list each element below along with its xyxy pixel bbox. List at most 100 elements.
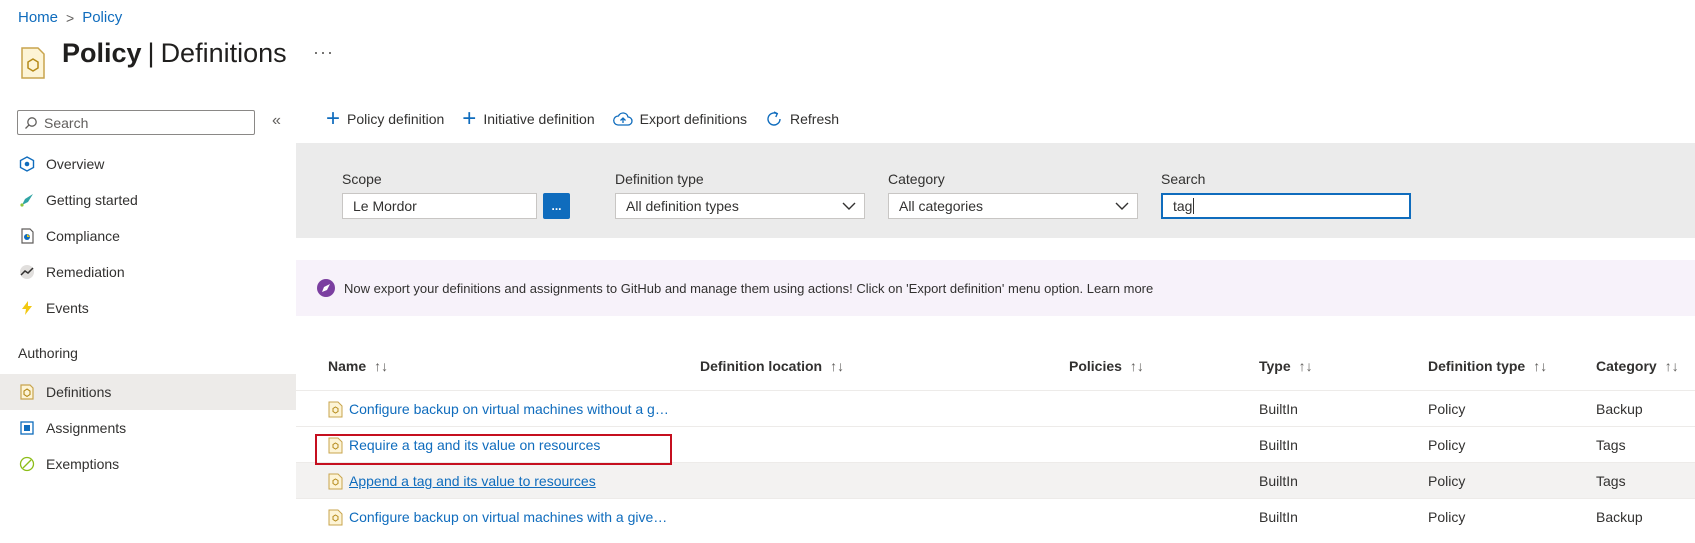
definition-type-cell: Policy — [1428, 509, 1466, 525]
page-title: Policy | Definitions — [62, 38, 287, 69]
section-authoring: Authoring — [18, 345, 78, 361]
sidebar-item-remediation[interactable]: Remediation — [0, 254, 296, 290]
definition-icon — [18, 383, 36, 401]
column-header-label: Type — [1259, 358, 1291, 374]
scope-label: Scope — [342, 171, 382, 187]
category-cell: Backup — [1596, 401, 1643, 417]
refresh-button[interactable]: Refresh — [765, 110, 839, 128]
search-value: tag — [1173, 198, 1193, 214]
definition-type-label: Definition type — [615, 171, 704, 187]
table-row[interactable]: Append a tag and its value to resources … — [296, 462, 1695, 498]
rocket-icon — [317, 279, 335, 297]
table-row[interactable]: Configure backup on virtual machines wit… — [296, 498, 1695, 534]
sidebar-item-label: Assignments — [46, 420, 127, 436]
definition-type-cell: Policy — [1428, 473, 1466, 489]
column-header-type[interactable]: Type ↑↓ — [1259, 358, 1313, 374]
name-cell[interactable]: Configure backup on virtual machines wit… — [328, 499, 667, 535]
sidebar-item-getting-started[interactable]: Getting started — [0, 182, 296, 218]
definition-icon — [328, 509, 343, 525]
chevron-down-icon — [1115, 202, 1129, 210]
scope-input[interactable]: Le Mordor — [342, 193, 537, 219]
export-definitions-button[interactable]: Export definitions — [612, 110, 748, 128]
command-bar: + Policy definition + Initiative definit… — [326, 105, 839, 132]
sort-icon: ↑↓ — [1533, 358, 1548, 374]
column-header-name[interactable]: Name ↑↓ — [328, 358, 388, 374]
column-header-label: Name — [328, 358, 367, 374]
sidebar-item-overview[interactable]: Overview — [0, 146, 296, 182]
cloud-upload-icon — [612, 112, 633, 126]
definition-name-link[interactable]: Configure backup on virtual machines wit… — [349, 401, 669, 417]
sort-icon: ↑↓ — [1298, 358, 1313, 374]
category-value: All categories — [899, 198, 984, 214]
sort-icon: ↑↓ — [1129, 358, 1144, 374]
highlight-box — [315, 434, 672, 465]
name-cell[interactable]: Configure backup on virtual machines wit… — [328, 391, 669, 427]
sort-icon: ↑↓ — [830, 358, 845, 374]
column-header-category[interactable]: Category ↑↓ — [1596, 358, 1679, 374]
filter-panel — [296, 143, 1695, 238]
definition-type-cell: Policy — [1428, 437, 1466, 453]
breadcrumb-separator: > — [66, 9, 75, 26]
definition-name-link[interactable]: Configure backup on virtual machines wit… — [349, 509, 667, 525]
scope-picker-button[interactable]: ... — [543, 193, 570, 219]
name-cell[interactable]: Append a tag and its value to resources — [328, 463, 596, 499]
definition-type-cell: Policy — [1428, 401, 1466, 417]
page-title-sub: Definitions — [160, 38, 287, 68]
category-cell: Backup — [1596, 509, 1643, 525]
sort-icon: ↑↓ — [1664, 358, 1679, 374]
refresh-icon — [767, 111, 781, 126]
lightning-icon — [18, 299, 36, 317]
type-cell: BuiltIn — [1259, 401, 1298, 417]
compliance-icon — [18, 227, 36, 245]
sidebar-search-input[interactable]: Search — [17, 110, 255, 135]
banner-text[interactable]: Now export your definitions and assignme… — [344, 281, 1153, 296]
sidebar-item-label: Exemptions — [46, 456, 120, 472]
rocket-icon — [18, 191, 36, 209]
table-row[interactable]: Configure backup on virtual machines wit… — [296, 390, 1695, 426]
category-select[interactable]: All categories — [888, 193, 1138, 219]
sidebar-item-label: Compliance — [46, 228, 120, 244]
column-header-label: Category — [1596, 358, 1657, 374]
column-header-label: Policies — [1069, 358, 1122, 374]
sidebar-search-placeholder: Search — [44, 114, 89, 131]
export-definitions-label: Export definitions — [639, 111, 748, 127]
sidebar-item-label: Events — [46, 300, 89, 316]
sidebar-item-definitions[interactable]: Definitions — [0, 374, 296, 410]
column-header-definition-type[interactable]: Definition type ↑↓ — [1428, 358, 1547, 374]
definition-type-value: All definition types — [626, 198, 739, 214]
column-header-label: Definition type — [1428, 358, 1526, 374]
sidebar-item-exemptions[interactable]: Exemptions — [0, 446, 296, 482]
sidebar-item-events[interactable]: Events — [0, 290, 296, 326]
definition-type-select[interactable]: All definition types — [615, 193, 865, 219]
type-cell: BuiltIn — [1259, 437, 1298, 453]
text-cursor — [1193, 198, 1195, 214]
breadcrumb-policy[interactable]: Policy — [82, 9, 122, 26]
remediation-icon — [18, 263, 36, 281]
definition-icon — [328, 401, 343, 417]
sidebar-item-compliance[interactable]: Compliance — [0, 218, 296, 254]
overview-icon — [18, 155, 36, 173]
column-header-definition-location[interactable]: Definition location ↑↓ — [700, 358, 844, 374]
more-options-button[interactable]: ··· — [313, 42, 334, 63]
sidebar-item-assignments[interactable]: Assignments — [0, 410, 296, 446]
plus-icon: + — [462, 105, 477, 132]
info-banner: Now export your definitions and assignme… — [296, 260, 1695, 316]
policy-definition-button[interactable]: + Policy definition — [326, 107, 444, 131]
sidebar-item-label: Remediation — [46, 264, 125, 280]
definition-icon — [328, 473, 343, 489]
page-title-main: Policy — [62, 38, 142, 68]
sidebar-item-label: Definitions — [46, 384, 112, 400]
collapse-sidebar-button[interactable]: « — [272, 112, 281, 130]
refresh-label: Refresh — [790, 111, 840, 127]
search-input[interactable]: tag — [1161, 193, 1411, 219]
initiative-definition-button[interactable]: + Initiative definition — [462, 105, 595, 132]
search-icon — [25, 116, 37, 129]
page-title-separator: | — [147, 38, 155, 68]
breadcrumb-home[interactable]: Home — [18, 9, 58, 26]
column-header-policies[interactable]: Policies ↑↓ — [1069, 358, 1144, 374]
assignment-icon — [18, 419, 36, 437]
definition-name-link[interactable]: Append a tag and its value to resources — [349, 473, 596, 489]
initiative-definition-label: Initiative definition — [483, 111, 595, 127]
breadcrumb: Home > Policy — [18, 9, 122, 26]
exemption-icon — [18, 455, 36, 473]
